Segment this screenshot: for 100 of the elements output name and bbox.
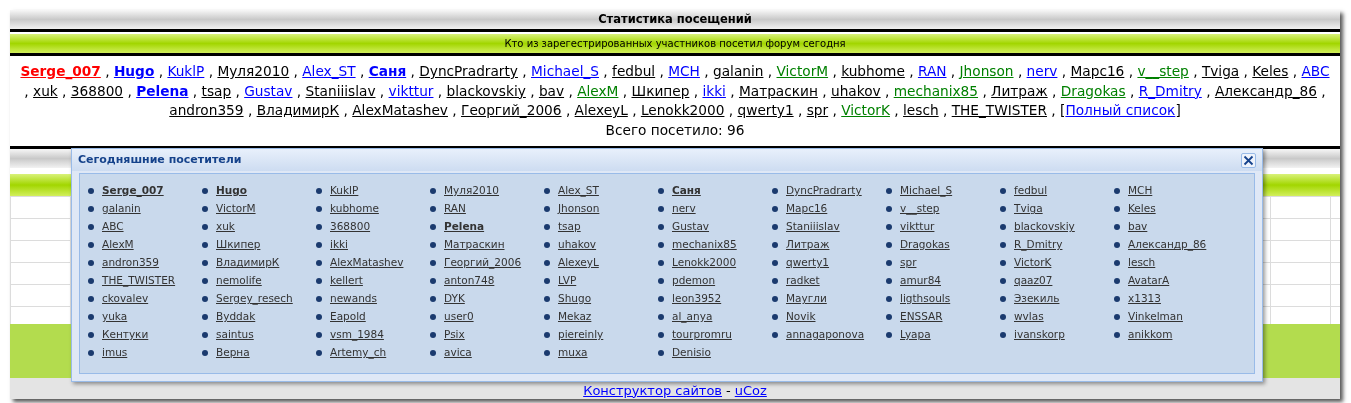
member-link[interactable]: Матраскин bbox=[444, 237, 505, 253]
member-link[interactable]: Tviga bbox=[1014, 201, 1043, 217]
member-link[interactable]: ABC bbox=[102, 219, 124, 235]
member-link[interactable]: qwerty1 bbox=[737, 102, 794, 118]
member-link[interactable]: Lyapa bbox=[900, 327, 931, 343]
member-link[interactable]: Tviga bbox=[1201, 63, 1240, 79]
member-link[interactable]: KuklP bbox=[330, 183, 359, 199]
member-link[interactable]: Jhonson bbox=[558, 201, 600, 217]
member-link[interactable]: DYK bbox=[444, 291, 465, 307]
member-link[interactable]: ВладимирК bbox=[216, 255, 280, 271]
member-link[interactable]: ikki bbox=[702, 82, 726, 99]
member-link[interactable]: tsap bbox=[201, 82, 232, 99]
member-link[interactable]: Shugo bbox=[558, 291, 592, 307]
member-link[interactable]: ABC bbox=[1301, 63, 1330, 79]
member-link[interactable]: radket bbox=[786, 273, 820, 289]
member-link[interactable]: Кентуки bbox=[102, 327, 149, 343]
member-link[interactable]: saintus bbox=[216, 327, 254, 343]
member-link[interactable]: Keles bbox=[1252, 63, 1289, 79]
member-link[interactable]: tourpromru bbox=[672, 327, 732, 343]
member-link[interactable]: blackovskiy bbox=[446, 82, 526, 99]
member-link[interactable]: Jhonson bbox=[959, 63, 1014, 79]
member-link[interactable]: Sergey_resech bbox=[216, 291, 293, 307]
member-link[interactable]: 368800 bbox=[330, 219, 371, 235]
member-link[interactable]: anikkom bbox=[1128, 327, 1173, 343]
member-link[interactable]: Шкипер bbox=[216, 237, 261, 253]
member-link[interactable]: vikttur bbox=[900, 219, 935, 235]
member-link[interactable]: v__step bbox=[900, 201, 940, 217]
member-link[interactable]: al_anya bbox=[672, 309, 713, 325]
member-link[interactable]: Эзекиль bbox=[1014, 291, 1060, 307]
member-link[interactable]: pdemon bbox=[672, 273, 716, 289]
member-link[interactable]: Vinkelman bbox=[1128, 309, 1183, 325]
member-link[interactable]: qaaz07 bbox=[1014, 273, 1053, 289]
member-link[interactable]: Матраскин bbox=[739, 82, 818, 99]
member-link[interactable]: RAN bbox=[444, 201, 466, 217]
member-link[interactable]: Gustav bbox=[672, 219, 710, 235]
member-link[interactable]: Staniiislav bbox=[786, 219, 840, 235]
member-link[interactable]: Саня bbox=[672, 183, 701, 199]
member-link[interactable]: Александр_86 bbox=[1128, 237, 1207, 253]
member-link[interactable]: Keles bbox=[1128, 201, 1156, 217]
member-link[interactable]: Hugo bbox=[216, 183, 247, 199]
member-link[interactable]: xuk bbox=[216, 219, 235, 235]
member-link[interactable]: annagaponova bbox=[786, 327, 865, 343]
member-link[interactable]: x1313 bbox=[1128, 291, 1161, 307]
member-link[interactable]: Serge_007 bbox=[20, 63, 101, 79]
member-link[interactable]: imus bbox=[102, 345, 128, 361]
member-link[interactable]: Artemy_ch bbox=[330, 345, 387, 361]
member-link[interactable]: Марс16 bbox=[1070, 63, 1125, 79]
member-link[interactable]: AlexeyL bbox=[558, 255, 599, 271]
member-link[interactable]: Георгий_2006 bbox=[444, 255, 522, 271]
member-link[interactable]: fedbul bbox=[1014, 183, 1048, 199]
member-link[interactable]: Novik bbox=[786, 309, 816, 325]
member-link[interactable]: galanin bbox=[102, 201, 141, 217]
member-link[interactable]: ikki bbox=[330, 237, 348, 253]
member-link[interactable]: vsm_1984 bbox=[330, 327, 384, 343]
member-link[interactable]: Mekaz bbox=[558, 309, 592, 325]
member-link[interactable]: nerv bbox=[672, 201, 696, 217]
member-link[interactable]: Psix bbox=[444, 327, 465, 343]
member-link[interactable]: bav bbox=[538, 82, 565, 99]
member-link[interactable]: kubhome bbox=[330, 201, 379, 217]
member-link[interactable]: Lenokk2000 bbox=[640, 102, 725, 118]
member-link[interactable]: VictorM bbox=[776, 63, 829, 79]
member-link[interactable]: KuklP bbox=[167, 63, 205, 79]
member-link[interactable]: AlexM bbox=[102, 237, 134, 253]
member-link[interactable]: DyncPradrarty bbox=[786, 183, 862, 199]
member-link[interactable]: mechanix85 bbox=[893, 82, 979, 99]
member-link[interactable]: Муля2010 bbox=[444, 183, 500, 199]
member-link[interactable]: ВладимирК bbox=[256, 102, 340, 118]
member-link[interactable]: newands bbox=[330, 291, 377, 307]
member-link[interactable]: Dragokas bbox=[900, 237, 950, 253]
member-link[interactable]: Саня bbox=[368, 63, 407, 79]
member-link[interactable]: VictorK bbox=[841, 102, 890, 118]
member-link[interactable]: Литраж bbox=[991, 82, 1048, 99]
member-link[interactable]: galanin bbox=[713, 63, 764, 79]
member-link[interactable]: lesch bbox=[1128, 255, 1156, 271]
member-link[interactable]: nemolife bbox=[216, 273, 262, 289]
member-link[interactable]: MCH bbox=[668, 63, 700, 79]
member-link[interactable]: MCH bbox=[1128, 183, 1153, 199]
member-link[interactable]: Муля2010 bbox=[217, 63, 290, 79]
member-link[interactable]: VictorM bbox=[216, 201, 256, 217]
member-link[interactable]: Pelena bbox=[136, 82, 189, 99]
member-link[interactable]: vikttur bbox=[388, 82, 434, 99]
member-link[interactable]: Alex_ST bbox=[558, 183, 599, 199]
member-link[interactable]: AlexMatashev bbox=[352, 102, 448, 118]
member-link[interactable]: qwerty1 bbox=[786, 255, 830, 271]
member-link[interactable]: Alex_ST bbox=[302, 63, 356, 79]
member-link[interactable]: spr bbox=[806, 102, 829, 118]
member-link[interactable]: v__step bbox=[1137, 63, 1189, 79]
member-link[interactable]: Lenokk2000 bbox=[672, 255, 737, 271]
member-link[interactable]: andron359 bbox=[102, 255, 159, 271]
member-link[interactable]: leon3952 bbox=[672, 291, 722, 307]
member-link[interactable]: Марс16 bbox=[786, 201, 828, 217]
member-link[interactable]: xuk bbox=[33, 82, 58, 99]
member-link[interactable]: kellert bbox=[330, 273, 363, 289]
member-link[interactable]: ligthsouls bbox=[900, 291, 951, 307]
footer-link[interactable]: Конструктор сайтов bbox=[583, 380, 723, 399]
member-link[interactable]: Dragokas bbox=[1060, 82, 1126, 99]
member-link[interactable]: AlexeyL bbox=[574, 102, 628, 118]
member-link[interactable]: piereinly bbox=[558, 327, 604, 343]
member-link[interactable]: Denisio bbox=[672, 345, 711, 361]
member-link[interactable]: Eapold bbox=[330, 309, 366, 325]
